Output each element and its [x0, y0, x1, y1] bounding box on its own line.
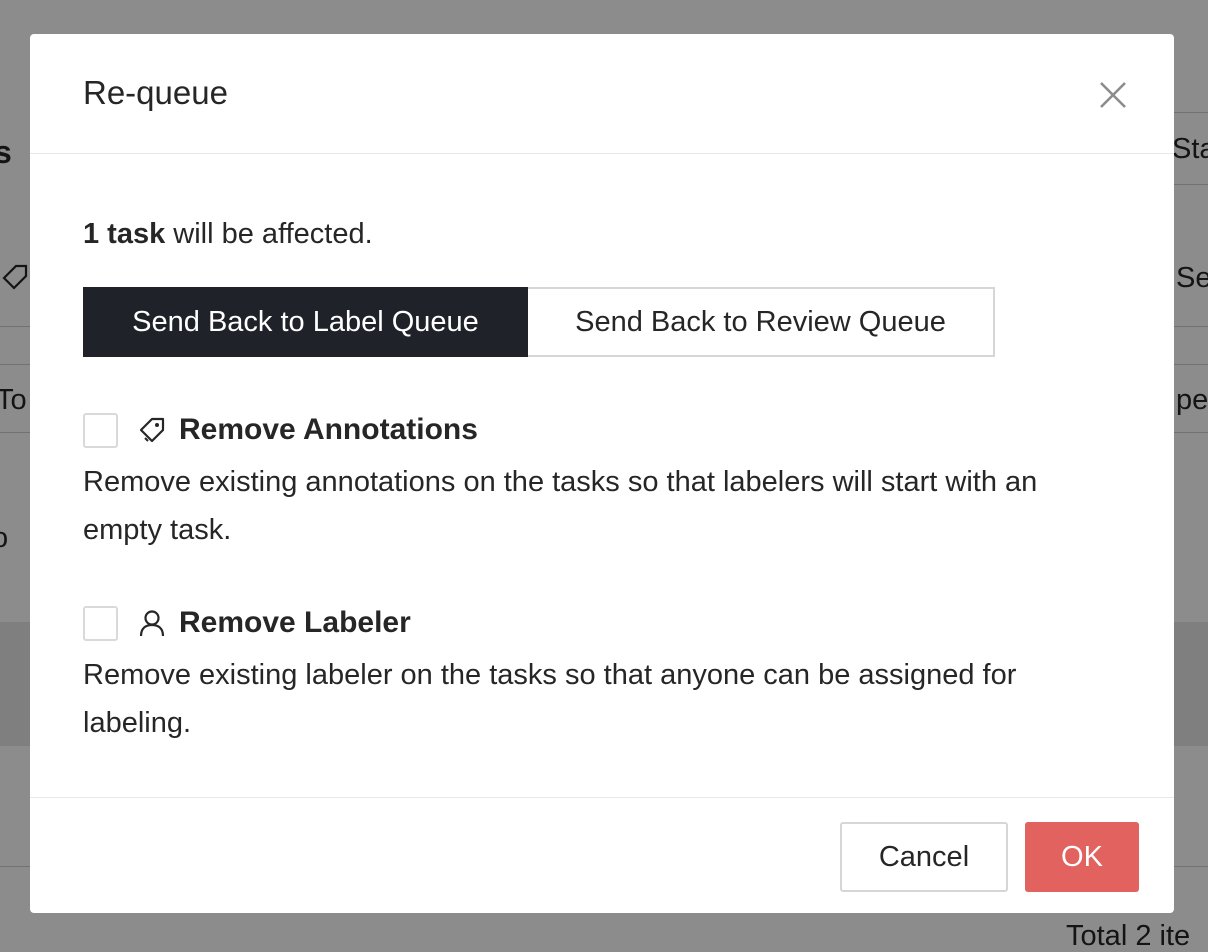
option-header: Remove Labeler	[83, 603, 1123, 643]
ok-button[interactable]: OK	[1025, 822, 1139, 892]
option-title: Remove Annotations	[179, 413, 478, 446]
tag-icon	[139, 417, 165, 443]
user-icon	[139, 610, 165, 637]
modal-title: Re-queue	[83, 74, 228, 111]
option-description: Remove existing labeler on the tasks so …	[83, 659, 1017, 739]
remove-labeler-checkbox[interactable]	[83, 605, 118, 641]
requeue-modal: Re-queue 1 task will be affected. Send B…	[30, 34, 1174, 913]
close-button[interactable]	[1096, 78, 1130, 112]
affected-suffix: will be affected.	[165, 218, 373, 250]
affected-summary: 1 task will be affected.	[83, 218, 373, 251]
option-description: Remove existing annotations on the tasks…	[83, 466, 1038, 546]
close-icon	[1100, 82, 1126, 108]
remove-annotations-checkbox[interactable]	[83, 412, 118, 448]
option-remove-annotations: Remove Annotations Remove existing annot…	[83, 410, 1123, 554]
modal-footer: Cancel OK	[30, 797, 1174, 913]
affected-count: 1 task	[83, 218, 166, 250]
cancel-button[interactable]: Cancel	[840, 822, 1008, 892]
option-title: Remove Labeler	[179, 606, 411, 639]
modal-header: Re-queue	[30, 34, 1174, 154]
option-header: Remove Annotations	[83, 410, 1123, 450]
option-remove-labeler: Remove Labeler Remove existing labeler o…	[83, 603, 1123, 747]
send-back-review-queue-button[interactable]: Send Back to Review Queue	[528, 287, 995, 357]
queue-toggle-group: Send Back to Label Queue Send Back to Re…	[83, 287, 995, 357]
send-back-label-queue-button[interactable]: Send Back to Label Queue	[83, 287, 528, 357]
